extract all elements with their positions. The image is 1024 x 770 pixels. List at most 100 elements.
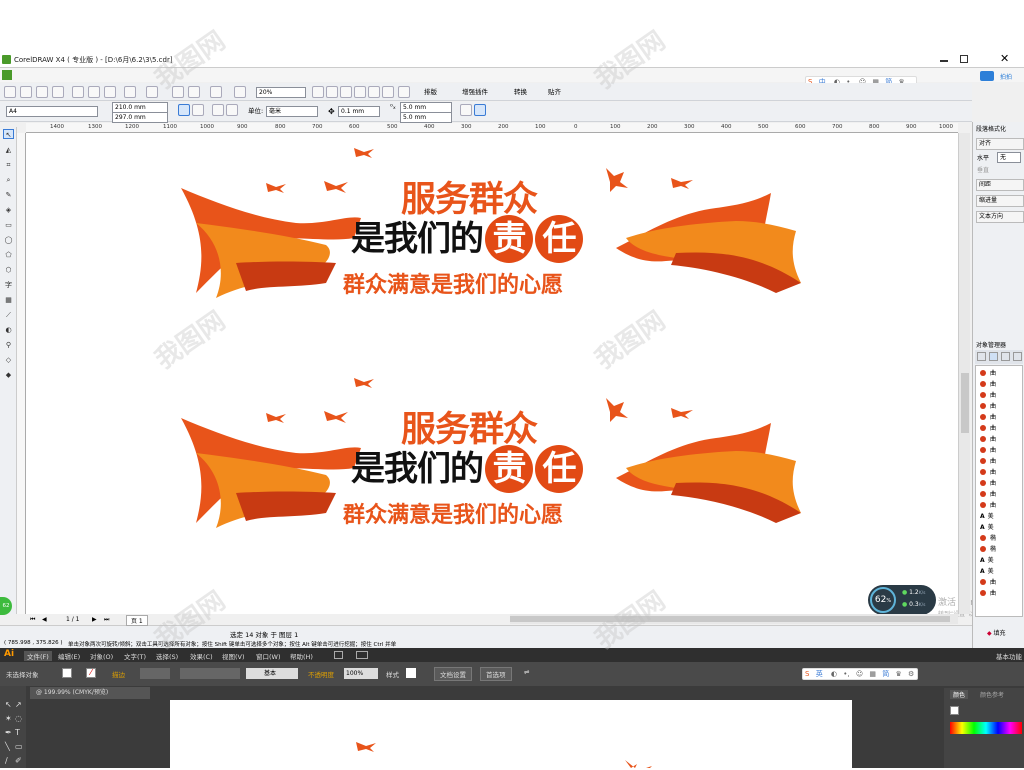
variable-width-select[interactable] [180,668,240,679]
page-tab[interactable]: 页 1 [126,615,148,626]
page-nav-next-icon[interactable]: ▶ [92,616,97,623]
convert-button[interactable]: 转换 [514,87,527,97]
redo-icon[interactable] [146,86,158,98]
close-icon[interactable]: ✕ [1000,52,1009,65]
fill-color-swatch[interactable] [62,668,72,678]
scroll-thumb[interactable] [961,373,969,433]
opacity-input[interactable]: 100% [344,668,378,679]
brush-tool-icon[interactable]: ∕ [5,756,8,765]
eyedropper-tool-icon[interactable]: ⚲ [3,340,14,350]
landscape-icon[interactable] [192,104,204,116]
portrait-icon[interactable] [178,104,190,116]
zoom-tool-icon[interactable]: ⌕ [3,175,14,185]
copy-icon[interactable] [88,86,100,98]
color-spectrum[interactable] [950,722,1022,734]
list-item[interactable]: 曲 [980,368,1024,379]
brush-select[interactable]: 基本 [246,668,298,679]
horizontal-select[interactable]: 无 [997,152,1021,163]
list-item[interactable]: 曲 [980,500,1024,511]
ime-simplified[interactable]: 简 [882,670,889,678]
ime-toolbar-2[interactable]: S 英 ◐ •, ☺ ▦ 简 ♛ ⚙ [802,668,918,680]
snap-button[interactable]: 贴齐 [548,87,561,97]
menu-window[interactable]: 窗口(W) [256,651,281,661]
horizontal-scrollbar[interactable] [510,614,958,624]
opacity-label[interactable]: 不透明度 [308,669,334,679]
vertical-scrollbar[interactable] [958,133,970,614]
maximize-icon[interactable] [960,55,968,63]
list-item[interactable]: 曲 [980,412,1024,423]
list-item[interactable]: A美 [980,555,1024,566]
arrange-docs-icon[interactable] [356,651,368,659]
outline-tool-icon[interactable]: ◇ [3,355,14,365]
design-slogan-1[interactable]: 服务群众 是我们的责任 群众满意是我们的心愿 [176,143,826,303]
bridge-icon[interactable] [334,651,343,659]
zoom-all-icon[interactable] [354,86,366,98]
layer-icon[interactable] [977,352,986,361]
list-item[interactable]: 椭 [980,544,1024,555]
list-item[interactable]: 曲 [980,489,1024,500]
freehand-tool-icon[interactable]: ✎ [3,190,14,200]
export-icon[interactable] [188,86,200,98]
unit-select[interactable]: 毫米 [266,106,318,117]
basic-shapes-icon[interactable]: ⬡ [3,265,14,275]
zoom-selected-icon[interactable] [340,86,352,98]
print-icon[interactable] [52,86,64,98]
zoom-page-icon[interactable] [368,86,380,98]
rect-tool-icon[interactable]: ▭ [15,742,23,751]
blend-tool-icon[interactable]: ◐ [3,325,14,335]
hscroll-thumb[interactable] [510,616,950,622]
tab-color-guide[interactable]: 颜色参考 [980,690,1004,699]
page-nav-prev-icon[interactable]: ◀ [42,616,47,623]
polygon-tool-icon[interactable]: ⬠ [3,250,14,260]
open-icon[interactable] [20,86,32,98]
doc-setup-button[interactable]: 文档设置 [434,667,472,681]
fill-tool-icon[interactable]: ◆ [3,370,14,380]
object-list[interactable]: 曲 曲 曲 曲 曲 曲 曲 曲 曲 曲 曲 曲 曲 A美 A美 椭 椭 A美 A… [975,365,1023,617]
list-item[interactable]: 曲 [980,379,1024,390]
list-item[interactable]: 曲 [980,390,1024,401]
table-tool-icon[interactable]: ▦ [3,295,14,305]
pencil-tool-icon[interactable]: ✐ [15,756,22,765]
save-icon[interactable] [36,86,48,98]
list-item[interactable]: 曲 [980,445,1024,456]
new-icon[interactable] [4,86,16,98]
plugin-button[interactable]: 增强插件 [462,87,488,97]
options-icon[interactable] [474,104,486,116]
menu-type[interactable]: 文字(T) [124,651,146,661]
pen-tool-icon[interactable]: ✒ [5,728,12,737]
list-item[interactable]: 曲 [980,423,1024,434]
stroke-weight-input[interactable] [140,668,170,679]
list-item[interactable]: 曲 [980,456,1024,467]
list-item[interactable]: 曲 [980,434,1024,445]
edit-across-icon[interactable] [1001,352,1010,361]
list-item[interactable]: 椭 [980,533,1024,544]
minimize-icon[interactable] [940,60,948,62]
current-page-icon[interactable] [226,104,238,116]
list-item[interactable]: 曲 [980,478,1024,489]
page-height-input[interactable]: 297.0 mm [112,112,168,123]
stroke-color-swatch[interactable]: ⁄ [86,668,96,678]
zoom-out-icon[interactable] [326,86,338,98]
dimension-tool-icon[interactable]: ⟋ [3,310,14,320]
menu-view[interactable]: 视图(V) [222,651,245,661]
right-link[interactable]: 拍拍 [1000,72,1012,81]
ellipse-tool-icon[interactable]: ◯ [3,235,14,245]
zoom-in-icon[interactable] [312,86,324,98]
menu-object[interactable]: 对象(O) [90,651,113,661]
text-tool-icon[interactable]: 字 [3,280,14,290]
line-tool-icon[interactable]: ╲ [5,742,10,751]
page-nav-last-icon[interactable]: ⏭ [104,616,109,624]
menu-effect[interactable]: 效果(C) [190,651,213,661]
welcome-icon[interactable] [234,86,246,98]
undo-icon[interactable] [124,86,136,98]
design-slogan-2[interactable]: 服务群众 是我们的责任 群众满意是我们的心愿 [176,373,826,533]
list-item[interactable]: 曲 [980,467,1024,478]
workspace-switcher[interactable]: 基本功能 [996,651,1022,661]
paste-icon[interactable] [104,86,116,98]
crop-tool-icon[interactable]: ⌗ [3,160,14,170]
tab-color[interactable]: 颜色 [950,690,969,699]
zoom-height-icon[interactable] [398,86,410,98]
stroke-label[interactable]: 描边 [112,669,125,679]
cut-icon[interactable] [72,86,84,98]
magic-wand-icon[interactable]: ✶ [5,714,12,723]
